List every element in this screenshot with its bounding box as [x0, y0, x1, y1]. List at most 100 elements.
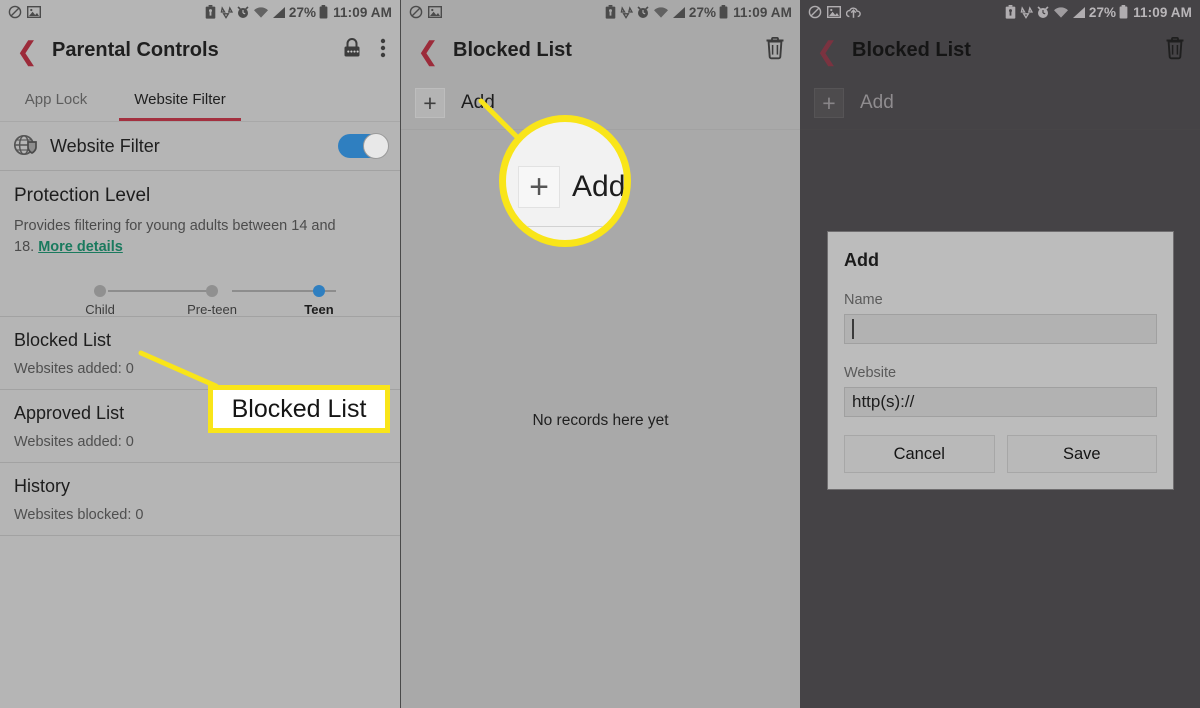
- dialog-title: Add: [844, 250, 879, 270]
- back-chevron-icon[interactable]: ❮: [14, 38, 40, 64]
- screenshot-image-icon: [27, 6, 41, 18]
- divider: [0, 535, 400, 536]
- battery-icon: [319, 5, 328, 19]
- status-bar: 27% 11:09 AM: [401, 0, 800, 24]
- list-item-subtitle: Websites added: 0: [14, 434, 134, 450]
- tab-bar: App Lock Website Filter: [0, 77, 400, 121]
- mute-icon: [8, 5, 22, 19]
- data-saver-icon: [219, 5, 233, 19]
- name-input[interactable]: [844, 314, 1157, 344]
- status-bar: 27% 11:09 AM: [800, 0, 1200, 24]
- battery-saver-icon: [1005, 5, 1016, 19]
- phone-panel-add-dialog: 27% 11:09 AM ❮ Blocked List + Add Add Na…: [800, 0, 1200, 708]
- battery-percent-label: 27%: [288, 4, 317, 20]
- text-caret: [852, 319, 854, 339]
- slider-track-1: [108, 290, 212, 292]
- clock-label: 11:09 AM: [1133, 4, 1192, 20]
- list-item-history[interactable]: History Websites blocked: 0: [0, 463, 400, 535]
- trash-icon[interactable]: [1164, 36, 1186, 65]
- magnifier-callout-add: + Add: [499, 115, 631, 247]
- signal-icon: [272, 6, 286, 19]
- toggle-knob: [363, 133, 389, 159]
- list-item-title: Blocked List: [14, 330, 112, 350]
- list-item-subtitle: Websites blocked: 0: [14, 507, 144, 523]
- battery-icon: [1119, 5, 1128, 19]
- battery-percent-label: 27%: [1088, 4, 1117, 20]
- empty-state-message: No records here yet: [532, 412, 669, 429]
- alarm-icon: [1036, 5, 1050, 19]
- add-label: Add: [860, 92, 894, 113]
- status-bar-left-icons: [808, 5, 861, 19]
- slider-label-teen: Teen: [304, 302, 334, 317]
- protection-level-section: Protection Level Provides filtering for …: [0, 171, 400, 317]
- back-chevron-icon[interactable]: ❮: [814, 38, 840, 64]
- signal-icon: [1072, 6, 1086, 19]
- globe-shield-icon: [12, 133, 38, 159]
- dialog-button-row: Cancel Save: [844, 435, 1157, 473]
- cancel-button[interactable]: Cancel: [844, 435, 995, 473]
- data-saver-icon: [619, 5, 633, 19]
- tab-app-lock[interactable]: App Lock: [0, 77, 112, 121]
- battery-saver-icon: [205, 5, 216, 19]
- protection-level-slider[interactable]: Child Pre-teen Teen: [14, 270, 386, 317]
- slider-label-child: Child: [85, 302, 115, 317]
- wifi-icon: [253, 6, 269, 19]
- website-field-label: Website: [844, 365, 897, 381]
- slider-stop-child[interactable]: [94, 285, 106, 297]
- page-title: Blocked List: [453, 39, 572, 61]
- data-saver-icon: [1019, 5, 1033, 19]
- signal-icon: [672, 6, 686, 19]
- page-title: Parental Controls: [52, 39, 219, 61]
- add-website-row[interactable]: + Add: [800, 77, 1200, 129]
- website-filter-label: Website Filter: [50, 135, 160, 156]
- screenshot-image-icon: [827, 6, 841, 18]
- action-bar: ❮ Parental Controls: [0, 24, 400, 77]
- divider: [800, 129, 1200, 130]
- upload-cloud-icon: [846, 6, 861, 19]
- plus-icon[interactable]: +: [814, 88, 844, 118]
- website-filter-row: Website Filter: [0, 122, 400, 170]
- lock-pin-icon[interactable]: [340, 36, 364, 65]
- screenshot-stage: 27% 11:09 AM ❮ Parental Controls App Loc…: [0, 0, 1200, 708]
- protection-level-title: Protection Level: [14, 185, 151, 206]
- slider-stop-teen[interactable]: [313, 285, 325, 297]
- more-details-link[interactable]: More details: [38, 239, 123, 255]
- more-vertical-icon[interactable]: [380, 36, 386, 65]
- battery-saver-icon: [605, 5, 616, 19]
- mute-icon: [808, 5, 822, 19]
- magnified-divider: [516, 226, 624, 227]
- action-bar-actions: [764, 36, 786, 65]
- tab-website-filter[interactable]: Website Filter: [112, 77, 248, 121]
- magnified-plus-icon: +: [518, 166, 560, 208]
- action-bar: ❮ Blocked List: [800, 24, 1200, 77]
- page-title: Blocked List: [852, 39, 971, 61]
- status-bar-right-icons: 27% 11:09 AM: [605, 5, 792, 20]
- status-bar: 27% 11:09 AM: [0, 0, 400, 24]
- callout-label-blocked-list: Blocked List: [208, 385, 390, 433]
- status-bar-right-icons: 27% 11:09 AM: [1005, 5, 1192, 20]
- protection-level-description: Provides filtering for young adults betw…: [14, 216, 344, 258]
- phone-panel-blocked-list-empty: 27% 11:09 AM ❮ Blocked List + Add No rec…: [400, 0, 800, 708]
- action-bar-actions: [340, 36, 386, 65]
- trash-icon[interactable]: [764, 36, 786, 65]
- action-bar: ❮ Blocked List: [401, 24, 800, 77]
- wifi-icon: [653, 6, 669, 19]
- status-bar-left-icons: [8, 5, 41, 19]
- website-filter-toggle[interactable]: [338, 133, 389, 159]
- website-input[interactable]: http(s)://: [844, 387, 1157, 417]
- back-chevron-icon[interactable]: ❮: [415, 38, 441, 64]
- magnified-add-label: Add: [572, 170, 626, 203]
- action-bar-actions: [1164, 36, 1186, 65]
- slider-stop-pre-teen[interactable]: [206, 285, 218, 297]
- alarm-icon: [236, 5, 250, 19]
- status-bar-left-icons: [409, 5, 442, 19]
- list-item-blocked-list[interactable]: Blocked List Websites added: 0: [0, 317, 400, 389]
- plus-icon[interactable]: +: [415, 88, 445, 118]
- list-item-subtitle: Websites added: 0: [14, 361, 134, 377]
- clock-label: 11:09 AM: [333, 4, 392, 20]
- save-button[interactable]: Save: [1006, 435, 1157, 473]
- phone-panel-parental-controls: 27% 11:09 AM ❮ Parental Controls App Loc…: [0, 0, 400, 708]
- screenshot-image-icon: [428, 6, 442, 18]
- add-website-dialog: Add Name Website http(s):// Cancel Save: [827, 231, 1174, 490]
- mute-icon: [409, 5, 423, 19]
